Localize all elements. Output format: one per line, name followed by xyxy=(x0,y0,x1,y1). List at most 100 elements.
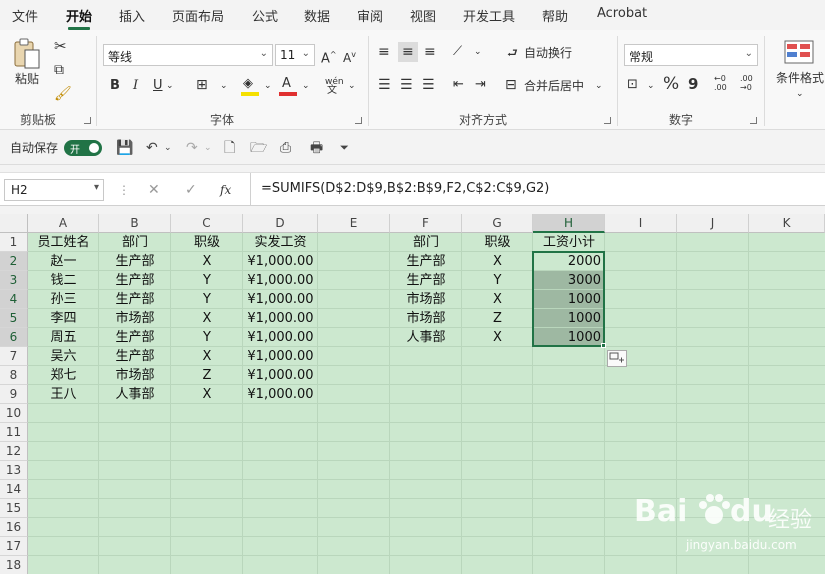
column-header-d[interactable]: D xyxy=(243,214,318,233)
cell-a4[interactable]: 孙三 xyxy=(28,290,99,309)
print-preview-icon[interactable]: ⎙ xyxy=(280,140,291,156)
row-header-6[interactable]: 6 xyxy=(0,328,28,347)
number-format-select[interactable]: 常规 ⌄ xyxy=(624,44,758,66)
align-center-icon[interactable]: ☰ xyxy=(400,77,413,93)
merge-dropdown-icon[interactable]: ⌄ xyxy=(595,78,603,94)
tab-home[interactable]: 开始 xyxy=(66,6,92,30)
format-painter-icon[interactable]: 🖌 xyxy=(54,86,72,102)
row-header-13[interactable]: 13 xyxy=(0,461,28,480)
accounting-dropdown-icon[interactable]: ⌄ xyxy=(647,78,655,94)
row-header-2[interactable]: 2 xyxy=(0,252,28,271)
cell-f5[interactable]: 市场部 xyxy=(390,309,462,328)
cell-g3[interactable]: Y xyxy=(462,271,533,290)
font-dialog-launcher[interactable] xyxy=(355,117,362,124)
cell-a5[interactable]: 李四 xyxy=(28,309,99,328)
enter-icon[interactable]: ✓ xyxy=(185,182,197,198)
cell-b1[interactable]: 部门 xyxy=(99,233,171,252)
select-all-corner[interactable] xyxy=(0,214,28,233)
undo-icon[interactable]: ↶ xyxy=(146,140,158,156)
cell-d9[interactable]: ¥1,000.00 xyxy=(243,385,318,404)
cancel-entry-icon[interactable]: ✕ xyxy=(148,182,160,198)
copy-icon[interactable]: ⧉ xyxy=(54,62,64,78)
cell-a1[interactable]: 员工姓名 xyxy=(28,233,99,252)
cell-f3[interactable]: 生产部 xyxy=(390,271,462,290)
name-box[interactable]: H2 ▾ xyxy=(4,179,104,201)
orientation-dropdown-icon[interactable]: ⌄ xyxy=(474,44,482,60)
tab-file[interactable]: 文件 xyxy=(12,6,38,25)
underline-dropdown-icon[interactable]: ⌄ xyxy=(166,78,174,94)
undo-dropdown-icon[interactable]: ⌄ xyxy=(164,140,172,156)
worksheet-grid[interactable]: A B C D E F G H I J K 1 2 3 4 5 6 7 8 9 10 11 12 13 14 15 16 17 18 员工… xyxy=(0,214,825,574)
column-header-c[interactable]: C xyxy=(171,214,243,233)
decrease-indent-icon[interactable]: ⇤ xyxy=(453,77,464,93)
tab-view[interactable]: 视图 xyxy=(410,6,436,25)
cell-b8[interactable]: 市场部 xyxy=(99,366,171,385)
bold-button[interactable]: B xyxy=(110,78,120,94)
row-header-10[interactable]: 10 xyxy=(0,404,28,423)
cell-c1[interactable]: 职级 xyxy=(171,233,243,252)
cell-c8[interactable]: Z xyxy=(171,366,243,385)
tab-page-layout[interactable]: 页面布局 xyxy=(172,6,224,25)
cell-f2[interactable]: 生产部 xyxy=(390,252,462,271)
cell-h1[interactable]: 工资小计 xyxy=(533,233,605,252)
row-header-18[interactable]: 18 xyxy=(0,556,28,574)
font-color-button[interactable]: A xyxy=(278,76,298,96)
tab-data[interactable]: 数据 xyxy=(304,6,330,25)
fill-handle[interactable] xyxy=(601,343,606,348)
borders-dropdown-icon[interactable]: ⌄ xyxy=(220,78,228,94)
open-folder-icon[interactable]: 🗁 xyxy=(250,140,267,156)
column-header-a[interactable]: A xyxy=(28,214,99,233)
alignment-dialog-launcher[interactable] xyxy=(604,117,611,124)
cell-g6[interactable]: X xyxy=(462,328,533,347)
cell-g5[interactable]: Z xyxy=(462,309,533,328)
redo-icon[interactable]: ↷ xyxy=(186,140,198,156)
font-size-select[interactable]: 11 ⌄ xyxy=(275,44,315,66)
column-header-f[interactable]: F xyxy=(390,214,462,233)
cell-a6[interactable]: 周五 xyxy=(28,328,99,347)
fill-color-button[interactable]: ◈ xyxy=(240,76,260,96)
accounting-format-icon[interactable]: ⊡ xyxy=(627,77,638,93)
underline-button[interactable]: U xyxy=(153,78,163,94)
row-header-17[interactable]: 17 xyxy=(0,537,28,556)
tab-help[interactable]: 帮助 xyxy=(542,6,568,25)
cell-b2[interactable]: 生产部 xyxy=(99,252,171,271)
autosave-toggle[interactable]: 开 xyxy=(64,140,102,156)
column-header-e[interactable]: E xyxy=(318,214,390,233)
cell-d1[interactable]: 实发工资 xyxy=(243,233,318,252)
wrap-text-icon[interactable]: ⮐ xyxy=(507,45,518,61)
number-dialog-launcher[interactable] xyxy=(750,117,757,124)
row-header-16[interactable]: 16 xyxy=(0,518,28,537)
tab-insert[interactable]: 插入 xyxy=(119,6,145,25)
column-header-h[interactable]: H xyxy=(533,214,605,233)
cell-d8[interactable]: ¥1,000.00 xyxy=(243,366,318,385)
align-left-icon[interactable]: ☰ xyxy=(378,77,391,93)
cell-f6[interactable]: 人事部 xyxy=(390,328,462,347)
row-header-14[interactable]: 14 xyxy=(0,480,28,499)
increase-font-button[interactable]: A^ xyxy=(321,47,337,67)
increase-decimal-button[interactable]: ←0 .00 xyxy=(714,74,736,92)
font-name-select[interactable]: 等线 ⌄ xyxy=(103,44,273,66)
italic-button[interactable]: I xyxy=(133,78,138,94)
row-header-15[interactable]: 15 xyxy=(0,499,28,518)
cell-f1[interactable]: 部门 xyxy=(390,233,462,252)
cell-a2[interactable]: 赵一 xyxy=(28,252,99,271)
cell-b3[interactable]: 生产部 xyxy=(99,271,171,290)
redo-dropdown-icon[interactable]: ⌄ xyxy=(204,140,212,156)
customize-qat-icon[interactable]: ⏷ xyxy=(340,140,349,156)
conditional-format-button[interactable]: 条件格式 ⌄ xyxy=(770,38,825,108)
clipboard-dialog-launcher[interactable] xyxy=(84,117,91,124)
decrease-decimal-button[interactable]: .00 →0 xyxy=(740,74,762,92)
tab-review[interactable]: 审阅 xyxy=(357,6,383,25)
column-header-b[interactable]: B xyxy=(99,214,171,233)
cell-c4[interactable]: Y xyxy=(171,290,243,309)
font-color-dropdown-icon[interactable]: ⌄ xyxy=(302,78,310,94)
new-file-icon[interactable]: 🗋 xyxy=(224,140,235,156)
insert-function-icon[interactable]: fx xyxy=(220,182,231,198)
formula-input[interactable]: =SUMIFS(D$2:D$9,B$2:B$9,F2,C$2:C$9,G2) xyxy=(250,173,825,205)
phonetic-dropdown-icon[interactable]: ⌄ xyxy=(348,78,356,94)
row-header-7[interactable]: 7 xyxy=(0,347,28,366)
quick-analysis-button[interactable] xyxy=(607,350,627,367)
cell-g1[interactable]: 职级 xyxy=(462,233,533,252)
align-bottom-icon[interactable]: ≡ xyxy=(424,44,436,60)
row-header-12[interactable]: 12 xyxy=(0,442,28,461)
